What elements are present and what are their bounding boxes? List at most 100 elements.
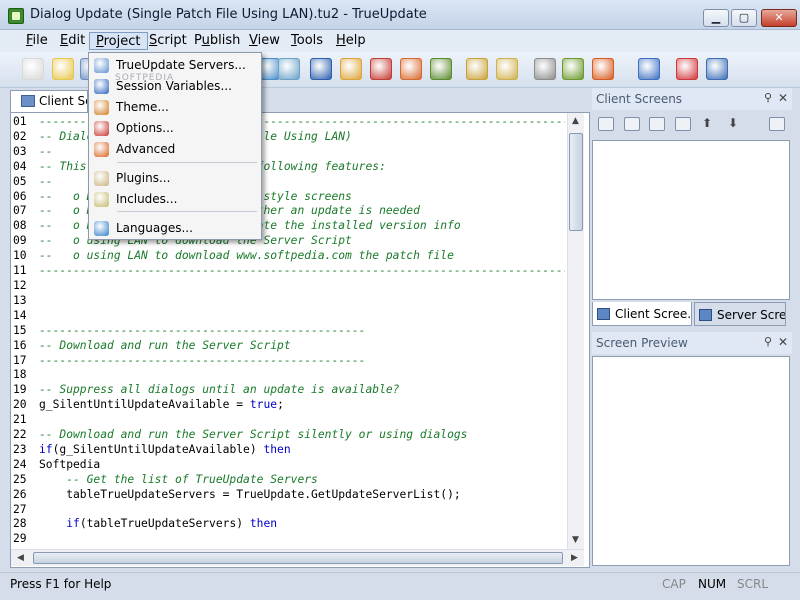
document-tab-label: Client Screens — [39, 94, 87, 108]
close-icon[interactable]: ✕ — [778, 91, 788, 105]
line-number: 13 — [13, 293, 27, 307]
menu-tools[interactable]: Tools — [285, 32, 329, 50]
menu-edit[interactable]: Edit — [54, 32, 91, 50]
menu-bar: File Edit Project Script Publish View Tools Hel… — [0, 30, 800, 52]
menu-view[interactable]: View — [243, 32, 286, 50]
menu-item-theme[interactable]: Theme... — [89, 97, 261, 118]
remove-screen-icon[interactable] — [649, 117, 665, 131]
pin-icon[interactable]: ⚲ — [764, 335, 772, 348]
horizontal-scrollbar[interactable]: ◀ ▶ — [11, 549, 584, 566]
toolbar-button-10[interactable] — [430, 58, 452, 80]
minimize-button[interactable]: ▁ — [703, 9, 729, 27]
maximize-button[interactable]: ▢ — [731, 9, 757, 27]
vertical-scroll-thumb[interactable] — [569, 133, 583, 231]
line-number: 11 — [13, 264, 27, 278]
client-screens-list[interactable] — [592, 140, 790, 300]
tab-server-screens-label: Server Scre... — [717, 308, 786, 322]
line-number: 08 — [13, 219, 27, 233]
toolbar-button-12[interactable] — [496, 58, 518, 80]
toolbar-button-18[interactable] — [706, 58, 728, 80]
code-line: 16 -- Download and run the Server Script — [13, 339, 565, 354]
line-number: 29 — [13, 532, 27, 546]
add-screen-icon[interactable] — [624, 117, 640, 131]
menu-project[interactable]: Project — [89, 32, 148, 50]
languages-icon — [94, 221, 109, 236]
edit-screen-icon[interactable] — [675, 117, 691, 131]
panel-tabs: Client Scree... Server Scre... — [592, 302, 792, 326]
menu-item-options[interactable]: Options... — [89, 118, 261, 139]
line-number: 18 — [13, 368, 27, 382]
tab-client-screens-label: Client Scree... — [615, 307, 692, 321]
document-tab[interactable]: Client Screens — [10, 90, 88, 112]
scroll-up-icon[interactable]: ▲ — [572, 116, 579, 126]
toolbar-button-7[interactable] — [340, 58, 362, 80]
menu-item-languages[interactable]: Languages... — [89, 218, 261, 239]
close-icon[interactable]: ✕ — [778, 335, 788, 349]
menu-item-advanced[interactable]: Advanced — [89, 139, 261, 160]
menu-item-label: Theme... — [116, 100, 169, 114]
code-line: 22 -- Download and run the Server Script … — [13, 428, 565, 443]
app-icon — [8, 8, 24, 24]
horizontal-scroll-thumb[interactable] — [33, 552, 563, 564]
line-number: 06 — [13, 189, 27, 203]
save-icon[interactable] — [769, 117, 785, 131]
menu-publish[interactable]: Publish — [188, 32, 246, 50]
toolbar-button-17[interactable] — [676, 58, 698, 80]
vertical-scrollbar[interactable]: ▲ ▼ — [567, 113, 584, 549]
code-line: 25 -- Get the list of TrueUpdate Servers — [13, 473, 565, 488]
code-text: -- Suppress all dialogs until an update … — [39, 383, 400, 397]
tab-server-screens[interactable]: Server Scre... — [694, 302, 786, 326]
plugins-icon — [94, 171, 109, 186]
title-bar[interactable]: Dialog Update (Single Patch File Using L… — [0, 0, 800, 30]
toolbar-button-1[interactable] — [22, 58, 44, 80]
toolbar-button-16[interactable] — [638, 58, 660, 80]
menu-item-plugins[interactable]: Plugins... — [89, 168, 261, 189]
client-screens-header: Client Screens ⚲ ✕ — [592, 88, 792, 110]
code-line: 21 — [13, 413, 565, 428]
advanced-icon — [94, 142, 109, 157]
scroll-left-icon[interactable]: ◀ — [17, 553, 24, 563]
includes-icon — [94, 192, 109, 207]
line-number: 07 — [13, 204, 27, 218]
code-text: if(g_SilentUntilUpdateAvailable) then — [39, 442, 291, 456]
scroll-down-icon[interactable]: ▼ — [572, 535, 579, 545]
code-line: 11 --------------------------------------… — [13, 264, 565, 279]
toolbar-button-13[interactable] — [534, 58, 556, 80]
menu-script[interactable]: Script — [143, 32, 193, 50]
menu-item-includes[interactable]: Includes... — [89, 189, 261, 210]
toolbar-button-9[interactable] — [400, 58, 422, 80]
line-number: 04 — [13, 159, 27, 173]
num-indicator: NUM — [698, 577, 727, 591]
close-button[interactable]: ✕ — [761, 9, 797, 27]
server-icon — [699, 309, 712, 321]
code-text: -- Download and run the Server Script — [39, 338, 291, 352]
line-number: 16 — [13, 338, 27, 352]
screen-preview-header: Screen Preview ⚲ ✕ — [592, 332, 792, 354]
toolbar-button-8[interactable] — [370, 58, 392, 80]
toolbar-button-5[interactable] — [278, 58, 300, 80]
toolbar-button-2[interactable] — [52, 58, 74, 80]
tab-client-screens[interactable]: Client Scree... — [592, 302, 692, 326]
move-up-icon[interactable]: ⬆ — [702, 116, 712, 130]
menu-item-label: Advanced — [116, 142, 176, 156]
code-text: g_SilentUntilUpdateAvailable = true; — [39, 398, 284, 412]
toolbar-button-15[interactable] — [592, 58, 614, 80]
line-number: 28 — [13, 517, 27, 531]
code-line: 20 g_SilentUntilUpdateAvailable = true; — [13, 398, 565, 413]
toolbar-button-6[interactable] — [310, 58, 332, 80]
menu-help[interactable]: Help — [330, 32, 372, 50]
line-number: 02 — [13, 129, 27, 143]
line-number: 12 — [13, 278, 27, 292]
client-screens-title: Client Screens — [596, 92, 683, 106]
toolbar-button-14[interactable] — [562, 58, 584, 80]
move-down-icon[interactable]: ⬇ — [728, 116, 738, 130]
line-number: 05 — [13, 174, 27, 188]
line-number: 10 — [13, 249, 27, 263]
properties-icon[interactable] — [598, 117, 614, 131]
menu-file[interactable]: File — [20, 32, 54, 50]
line-number: 14 — [13, 308, 27, 322]
toolbar-button-11[interactable] — [466, 58, 488, 80]
scroll-right-icon[interactable]: ▶ — [571, 553, 578, 563]
client-screens-toolbar: ⬆ ⬇ — [592, 110, 792, 138]
pin-icon[interactable]: ⚲ — [764, 91, 772, 104]
